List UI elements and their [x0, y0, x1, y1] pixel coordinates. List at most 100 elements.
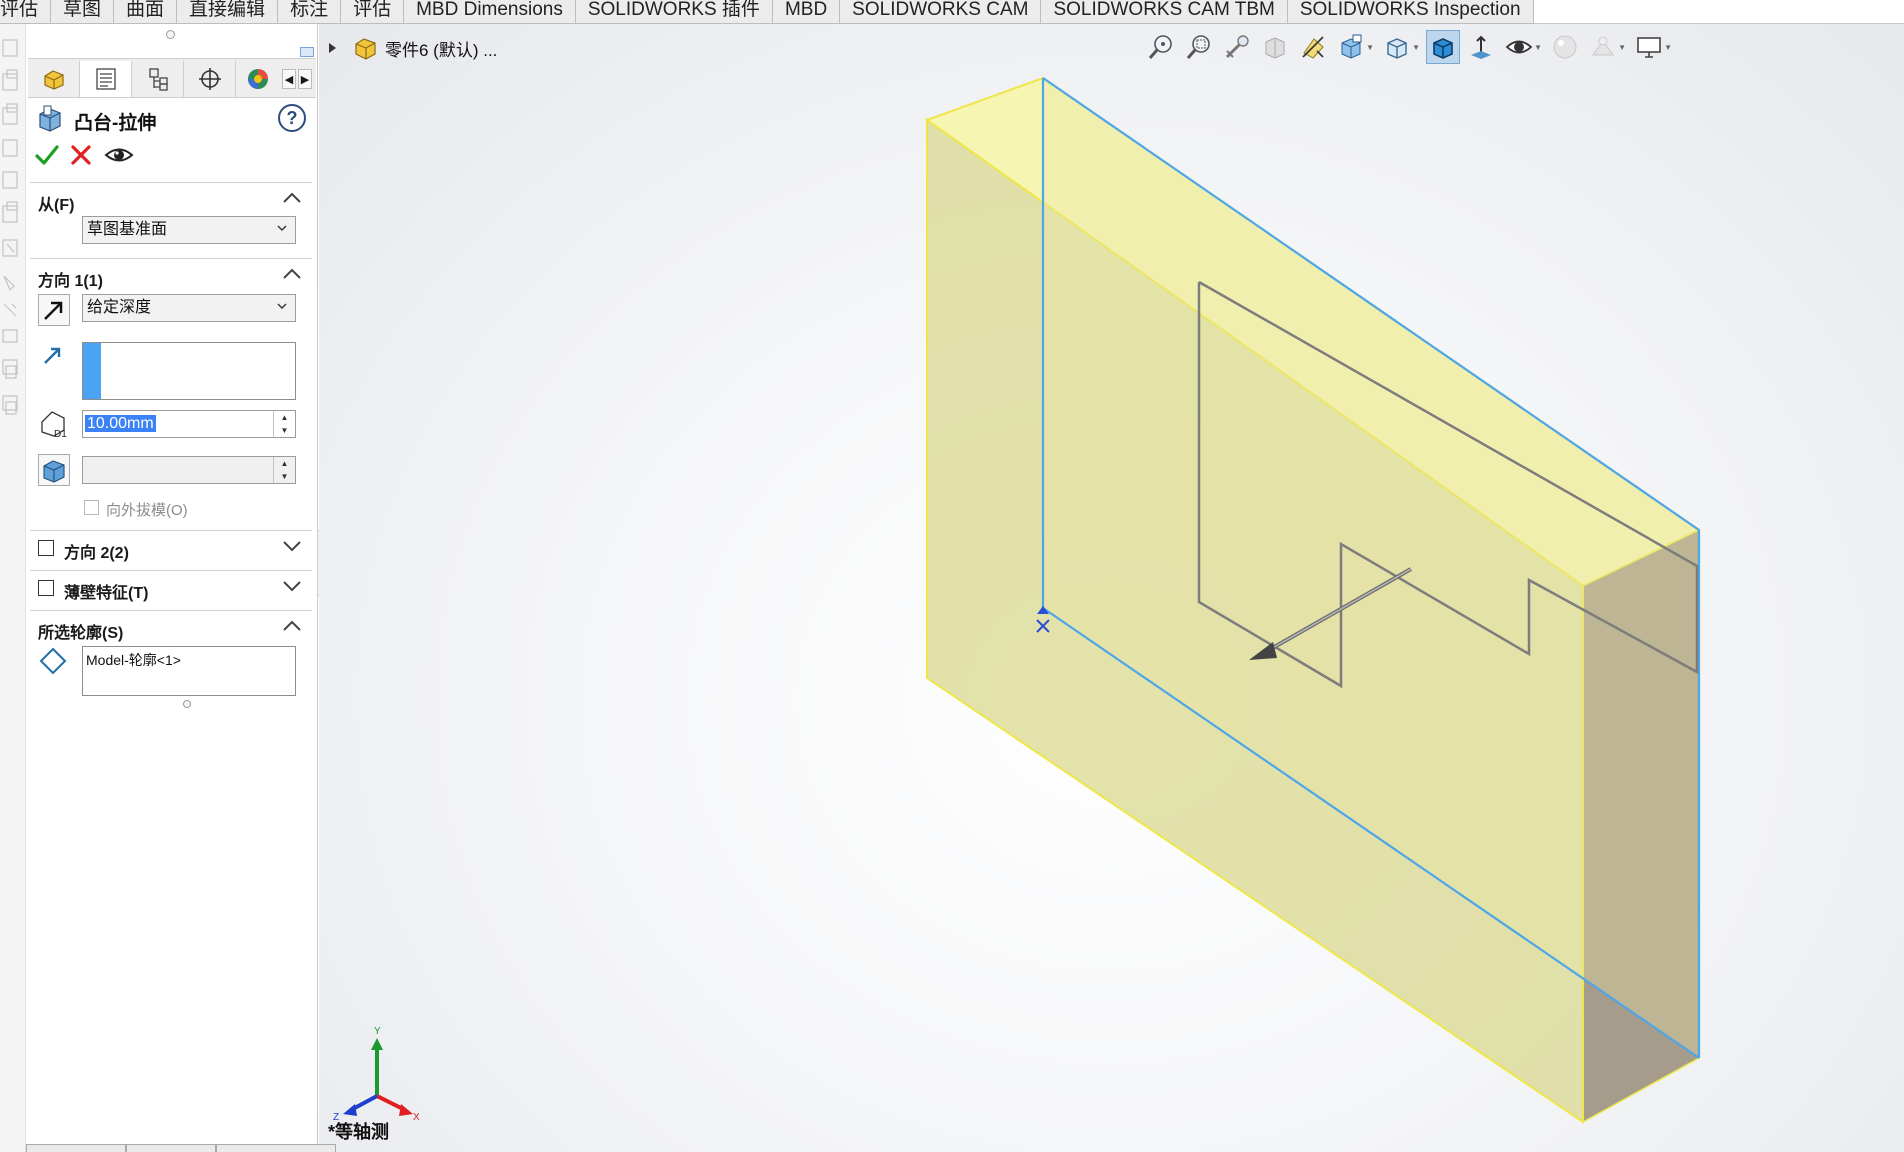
section-thin-feature: 薄壁特征(T): [30, 570, 312, 610]
depth-spinbox[interactable]: 10.00mm ▲ ▼: [82, 410, 296, 438]
panel-resize-grip[interactable]: [166, 30, 175, 39]
ribbon-tab[interactable]: 草图: [51, 0, 115, 24]
contour-icon: [39, 647, 67, 675]
contours-section-header[interactable]: 所选轮廓(S): [30, 610, 312, 642]
tab-configuration-manager[interactable]: [132, 61, 184, 97]
configuration-manager-icon: [148, 68, 168, 91]
tab-scroll-left-button[interactable]: ◀: [282, 69, 296, 89]
cancel-button[interactable]: [68, 142, 94, 168]
tab-feature-manager[interactable]: [28, 61, 80, 97]
panel-expand-icon[interactable]: [300, 47, 314, 57]
contours-section-title: 所选轮廓(S): [38, 625, 124, 642]
step-down-button[interactable]: ▼: [274, 470, 295, 483]
model-view[interactable]: [319, 24, 1904, 1152]
direction1-section-title: 方向 1(1): [38, 273, 103, 290]
direction1-section-header[interactable]: 方向 1(1): [30, 258, 312, 290]
feature-manager-icon: [43, 70, 64, 90]
direction-vector-icon: [44, 347, 61, 364]
ribbon-tab[interactable]: SOLIDWORKS Inspection: [1288, 0, 1534, 24]
chevron-down-icon: [277, 225, 287, 231]
ribbon-tab[interactable]: SOLIDWORKS 插件: [576, 0, 773, 24]
ribbon-tab[interactable]: 评估: [0, 0, 52, 24]
expand-chevron-icon[interactable]: [282, 539, 302, 553]
ribbon-tab[interactable]: 直接编辑: [177, 0, 279, 24]
step-up-button[interactable]: ▲: [274, 411, 295, 424]
y-axis-label: Y: [374, 1026, 381, 1037]
ok-button[interactable]: [34, 142, 60, 168]
ribbon-tab[interactable]: MBD: [773, 0, 841, 24]
coordinate-triad: Y X Z: [333, 1026, 420, 1123]
collapse-chevron-icon[interactable]: [282, 267, 302, 281]
manager-tab-bar: ◀ ▶: [28, 47, 316, 98]
z-axis-arrow: [343, 1104, 357, 1116]
tab-model[interactable]: [26, 1144, 126, 1152]
section-direction1: 方向 1(1) 给定深度 D1 10.00mm ▲ ▼ ▲ ▼ 向外拔模(O): [30, 258, 312, 558]
help-button[interactable]: ?: [278, 104, 306, 132]
dimxpert-icon: [198, 68, 221, 90]
chevron-down-icon: [277, 303, 287, 309]
thin-feature-section-header[interactable]: 薄壁特征(T): [30, 570, 312, 602]
from-section-title: 从(F): [38, 197, 75, 214]
direction2-section-title: 方向 2(2): [64, 545, 129, 562]
collapse-chevron-icon[interactable]: [282, 191, 302, 205]
thin-feature-checkbox[interactable]: [38, 580, 54, 596]
bottom-tab-strip: [26, 1144, 336, 1152]
view-orientation-label: *等轴测: [328, 1122, 390, 1142]
graphics-area[interactable]: 零件6 (默认) ... ▼ ▼ ▼ ▼ ▼ Y X Z *等轴测: [319, 24, 1904, 1152]
draft-icon: [43, 460, 65, 483]
tab-strip: 评估 草图 曲面 直接编辑 标注 评估 MBD Dimensions SOLIDWORKS 插…: [0, 0, 1534, 24]
ribbon-tab[interactable]: MBD Dimensions: [404, 0, 576, 24]
tab-display-manager[interactable]: [236, 61, 280, 97]
tab-scroll-right-button[interactable]: ▶: [298, 69, 312, 89]
command-manager-tabs: 评估 草图 曲面 直接编辑 标注 评估 MBD Dimensions SOLIDWORKS 插…: [0, 0, 1904, 24]
depth-stepper[interactable]: ▲ ▼: [273, 411, 295, 437]
help-icon: ?: [286, 108, 298, 128]
contour-list[interactable]: Model-轮廓<1>: [82, 646, 296, 696]
list-item[interactable]: Model-轮廓<1>: [86, 650, 292, 670]
from-dropdown[interactable]: 草图基准面: [82, 216, 296, 244]
list-resize-grip[interactable]: [183, 700, 191, 708]
end-condition-dropdown[interactable]: 给定深度: [82, 294, 296, 322]
left-icon-strip: [0, 24, 26, 1152]
ribbon-tab[interactable]: 评估: [341, 0, 405, 24]
ribbon-tab[interactable]: 标注: [278, 0, 342, 24]
tab-3d-views[interactable]: [126, 1144, 216, 1152]
ribbon-tab[interactable]: SOLIDWORKS CAM TBM: [1041, 0, 1288, 24]
y-axis-arrow: [371, 1038, 383, 1050]
action-buttons: [34, 142, 154, 172]
depth-dimension-icon: D1: [41, 411, 67, 440]
left-strip-icons: [2, 39, 18, 415]
end-condition-value: 给定深度: [87, 299, 152, 316]
draft-stepper[interactable]: ▲ ▼: [273, 457, 295, 483]
step-down-button[interactable]: ▼: [274, 424, 295, 437]
ribbon-tab[interactable]: SOLIDWORKS CAM: [840, 0, 1042, 24]
preview-eye-button[interactable]: [104, 142, 134, 168]
section-direction2: 方向 2(2): [30, 530, 312, 570]
reverse-direction-icon: [44, 301, 63, 320]
draft-outward-checkbox[interactable]: [84, 500, 99, 515]
direction-selection-box[interactable]: [82, 342, 296, 400]
reverse-direction-button[interactable]: [38, 294, 70, 326]
tab-property-manager[interactable]: [80, 61, 132, 97]
draft-toggle-button[interactable]: [38, 454, 70, 486]
boss-extrude-icon: [39, 105, 61, 132]
direction2-section-header[interactable]: 方向 2(2): [30, 530, 312, 562]
display-manager-icon: [248, 69, 268, 89]
from-dropdown-value: 草图基准面: [87, 221, 168, 238]
property-manager-icon: [95, 68, 116, 90]
tab-dimxpert-manager[interactable]: [184, 61, 236, 97]
depth-value: 10.00mm: [85, 415, 156, 432]
step-up-button[interactable]: ▲: [274, 457, 295, 470]
tab-motion-study[interactable]: [216, 1144, 336, 1152]
from-section-header[interactable]: 从(F): [30, 182, 312, 214]
draft-angle-spinbox[interactable]: ▲ ▼: [82, 456, 296, 484]
expand-chevron-icon[interactable]: [282, 579, 302, 593]
collapse-chevron-icon[interactable]: [282, 619, 302, 633]
direction2-checkbox[interactable]: [38, 540, 54, 556]
section-selected-contours: 所选轮廓(S) Model-轮廓<1>: [30, 610, 312, 730]
property-manager-header: 凸台-拉伸 ?: [36, 104, 306, 138]
thin-feature-section-title: 薄壁特征(T): [64, 585, 149, 602]
draft-outward-label: 向外拔模(O): [106, 502, 188, 519]
x-axis-arrow: [399, 1104, 413, 1116]
ribbon-tab[interactable]: 曲面: [114, 0, 178, 24]
